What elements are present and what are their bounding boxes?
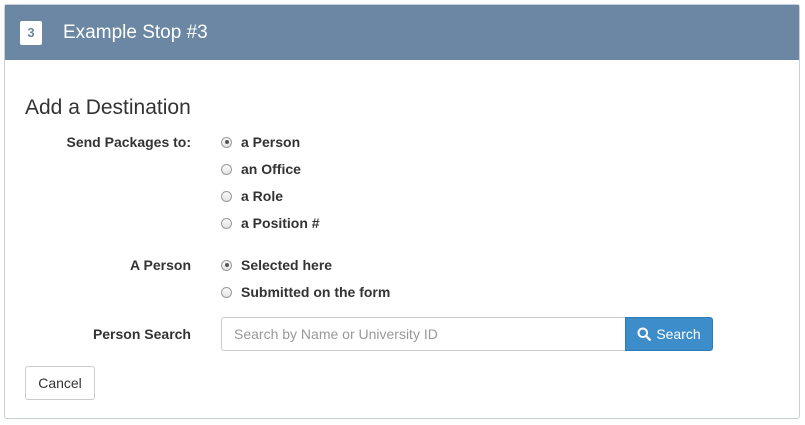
person-search-input[interactable] bbox=[221, 317, 625, 351]
radio-option-person[interactable]: a Person bbox=[221, 133, 300, 151]
radio-button[interactable] bbox=[221, 136, 232, 148]
radio-label: Selected here bbox=[241, 257, 333, 273]
a-person-label: A Person bbox=[130, 257, 191, 273]
step-number-badge: 3 bbox=[20, 21, 42, 45]
send-packages-label: Send Packages to: bbox=[66, 134, 192, 150]
person-search-group: Search bbox=[221, 317, 713, 351]
radio-label: a Person bbox=[241, 134, 301, 150]
search-button-label: Search bbox=[656, 326, 701, 342]
stop-title: Example Stop #3 bbox=[63, 22, 208, 43]
radio-button[interactable] bbox=[221, 217, 232, 229]
radio-button[interactable] bbox=[221, 259, 232, 271]
radio-option-position[interactable]: a Position # bbox=[221, 214, 320, 232]
radio-label: an Office bbox=[241, 161, 301, 177]
radio-label: Submitted on the form bbox=[241, 284, 391, 300]
section-title: Add a Destination bbox=[25, 96, 191, 119]
radio-label: a Position # bbox=[241, 215, 320, 231]
search-icon bbox=[637, 327, 652, 341]
radio-label: a Role bbox=[241, 188, 284, 204]
radio-option-role[interactable]: a Role bbox=[221, 187, 283, 205]
radio-button[interactable] bbox=[221, 163, 232, 175]
radio-button[interactable] bbox=[221, 286, 232, 298]
destination-panel: 3 Example Stop #3 Add a Destination Send… bbox=[4, 4, 800, 419]
radio-option-submitted-on-form[interactable]: Submitted on the form bbox=[221, 283, 390, 301]
radio-button[interactable] bbox=[221, 190, 232, 202]
panel-header: 3 Example Stop #3 bbox=[5, 5, 799, 60]
search-button[interactable]: Search bbox=[625, 317, 713, 351]
radio-option-office[interactable]: an Office bbox=[221, 160, 301, 178]
cancel-button[interactable]: Cancel bbox=[25, 366, 95, 400]
radio-option-selected-here[interactable]: Selected here bbox=[221, 256, 332, 274]
person-search-label: Person Search bbox=[92, 326, 191, 342]
